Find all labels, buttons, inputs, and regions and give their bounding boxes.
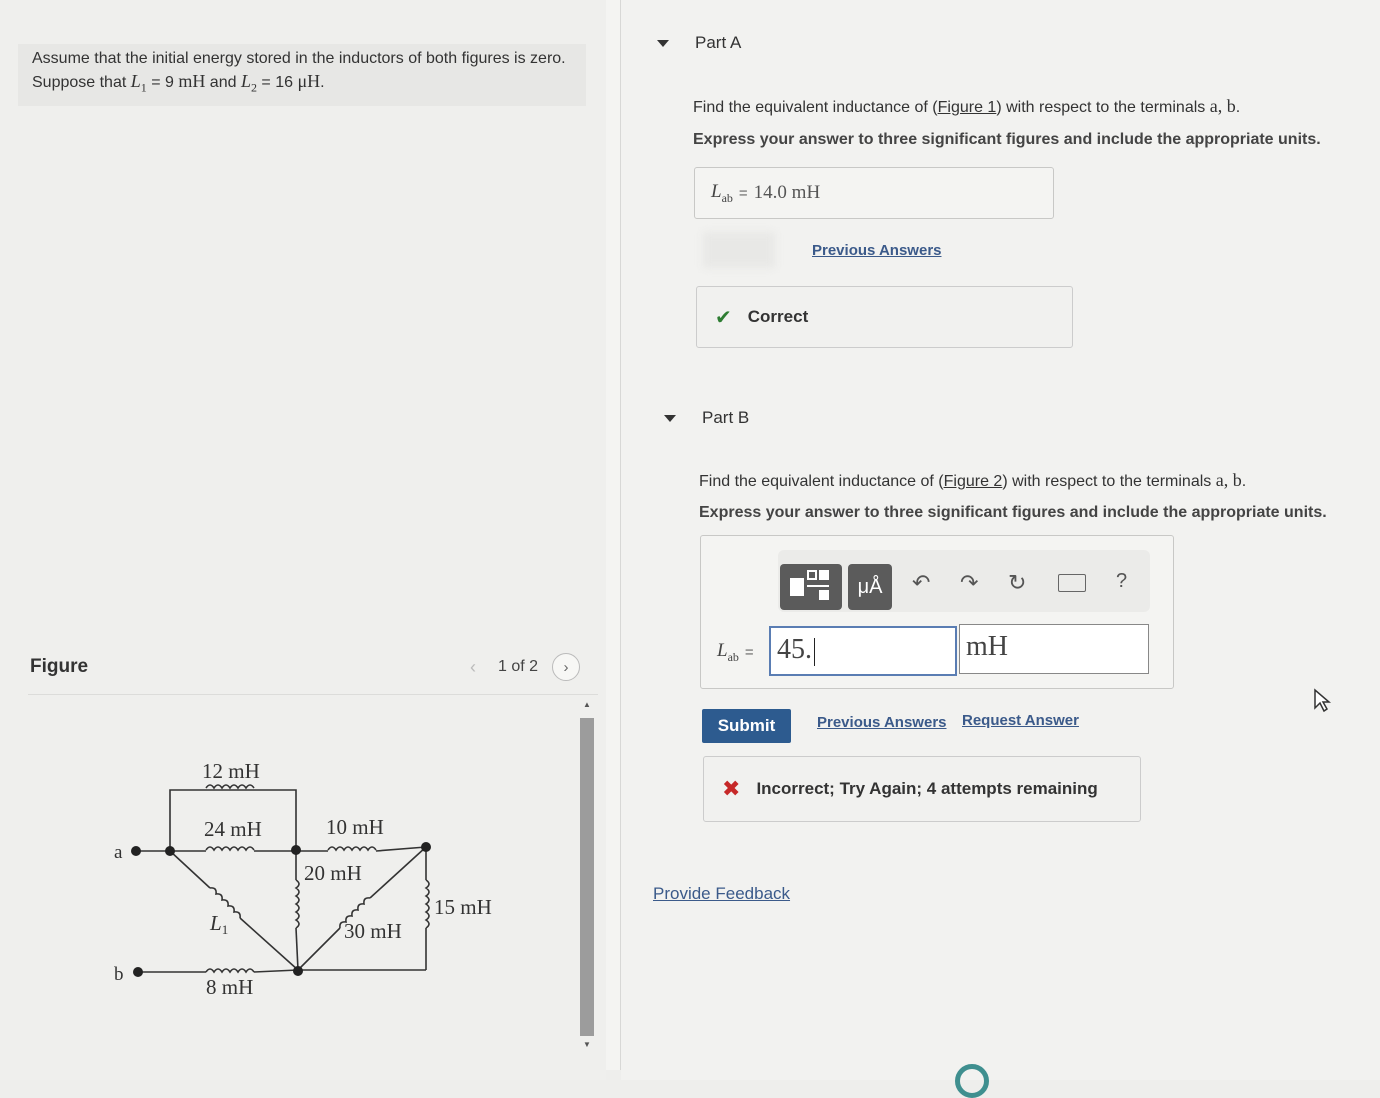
- math-toolbar: μÅ ↶ ↷ ↻ ?: [778, 550, 1150, 612]
- figure-pager: ‹ 1 of 2 ›: [470, 652, 581, 682]
- units-button[interactable]: μÅ: [848, 564, 892, 610]
- figure-1-link[interactable]: Figure 1: [938, 99, 997, 116]
- caret-down-icon: [657, 39, 669, 47]
- figure-divider: [28, 694, 598, 695]
- text-cursor: [814, 637, 815, 666]
- inductor-12mh: [205, 784, 255, 790]
- part-b-previous-answers-link[interactable]: Previous Answers: [817, 714, 947, 731]
- caret-down-icon: [664, 414, 676, 422]
- inductor-15mh: [424, 879, 430, 929]
- part-a-answer-box: Lab = 14.0 mH: [694, 167, 1054, 219]
- terminal-b-label: b: [114, 964, 124, 985]
- x-mark-icon: ✖: [722, 776, 741, 801]
- l1-symbol: L1: [130, 71, 147, 95]
- part-a-header[interactable]: Part A: [657, 33, 741, 53]
- label-12mh: 12 mH: [202, 759, 260, 783]
- label-8mh: 8 mH: [206, 975, 253, 999]
- redo-icon[interactable]: ↷: [960, 570, 978, 596]
- part-a-previous-answers-link[interactable]: Previous Answers: [812, 242, 942, 259]
- label-10mh: 10 mH: [326, 815, 384, 839]
- scroll-up-arrow[interactable]: ▲: [583, 700, 591, 709]
- part-b-instructions: Express your answer to three significant…: [699, 504, 1327, 521]
- part-b-header[interactable]: Part B: [664, 408, 749, 428]
- logo-icon: [955, 1064, 989, 1098]
- terminal-b-dot: [133, 967, 143, 977]
- part-b-answer-label: Lab =: [717, 640, 754, 664]
- fraction-template-icon[interactable]: [780, 564, 842, 610]
- chevron-right-icon[interactable]: ›: [552, 653, 581, 681]
- label-24mh: 24 mH: [204, 817, 262, 841]
- problem-statement: Assume that the initial energy stored in…: [18, 44, 586, 106]
- part-b-feedback: ✖ Incorrect; Try Again; 4 attempts remai…: [703, 756, 1141, 822]
- reset-icon[interactable]: ↻: [1008, 570, 1026, 596]
- left-pane: Assume that the initial energy stored in…: [0, 0, 606, 1080]
- label-l1: L1: [209, 911, 228, 937]
- label-30mh: 30 mH: [344, 919, 402, 943]
- terminal-a-label: a: [114, 842, 123, 863]
- l2-symbol: L2: [240, 71, 257, 95]
- part-a-feedback: ✔ Correct: [696, 286, 1073, 348]
- inductor-20mh: [294, 879, 300, 929]
- mouse-pointer-icon: [1314, 688, 1332, 713]
- checkmark-icon: ✔: [715, 306, 732, 329]
- part-a-submit-button: [703, 232, 775, 268]
- figure-2-link[interactable]: Figure 2: [944, 473, 1003, 490]
- inductor-10mh: [327, 846, 377, 852]
- figure-page-count: 1 of 2: [498, 658, 539, 675]
- answer-value-input[interactable]: 45.: [769, 626, 957, 676]
- part-a-instructions: Express your answer to three significant…: [693, 131, 1321, 148]
- request-answer-link[interactable]: Request Answer: [962, 712, 1079, 729]
- inductor-8mh: [205, 968, 255, 974]
- scroll-down-arrow[interactable]: ▼: [583, 1040, 591, 1049]
- part-b-prompt: Find the equivalent inductance of (Figur…: [699, 470, 1247, 490]
- pane-divider[interactable]: [606, 0, 621, 1070]
- part-a-answer-value: 14.0 mH: [753, 182, 821, 203]
- part-a-answer-symbol: Lab: [711, 180, 733, 205]
- label-20mh: 20 mH: [304, 861, 362, 885]
- help-button[interactable]: ?: [1116, 570, 1127, 593]
- answer-unit-input[interactable]: mH: [959, 624, 1149, 674]
- keyboard-icon[interactable]: [1058, 574, 1086, 592]
- undo-icon[interactable]: ↶: [912, 570, 930, 596]
- terminal-a-dot: [131, 846, 141, 856]
- inductor-24mh: [205, 846, 255, 852]
- chevron-left-icon[interactable]: ‹: [470, 657, 476, 678]
- label-15mh: 15 mH: [434, 895, 492, 919]
- part-a-prompt: Find the equivalent inductance of (Figur…: [693, 96, 1241, 116]
- provide-feedback-link[interactable]: Provide Feedback: [653, 884, 790, 904]
- right-pane: Part A Find the equivalent inductance of…: [621, 0, 1380, 1098]
- figure-scrollbar[interactable]: [580, 718, 594, 1036]
- circuit-diagram: a b 12 mH 24 mH 10 mH 20 mH 30 mH 15 mH …: [114, 759, 492, 999]
- submit-button[interactable]: Submit: [702, 709, 791, 743]
- figure-title: Figure: [30, 656, 89, 677]
